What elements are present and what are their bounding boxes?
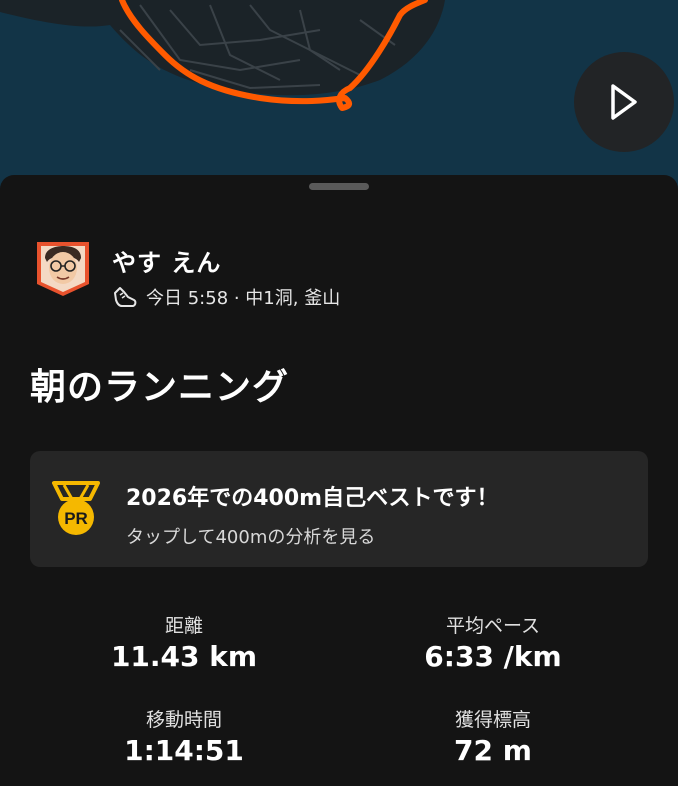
activity-meta: 今日 5:58 · 中1洞, 釜山 (112, 284, 340, 310)
stat-elevation-value: 72 m (454, 734, 532, 767)
activity-meta-text: 今日 5:58 · 中1洞, 釜山 (146, 288, 341, 309)
stat-distance-value: 11.43 km (110, 640, 258, 673)
stat-moving-time-label: 移動時間 (145, 709, 222, 731)
stat-distance-label: 距離 (164, 615, 203, 637)
pr-card[interactable]: PR 2026年での400m自己ベストです！ タップして400mの分析を見る (30, 451, 648, 567)
stat-pace-value: 6:33 /km (424, 640, 562, 673)
stat-pace: 平均ペース 6:33 /km (343, 611, 643, 673)
activity-sheet: やす えん 今日 5:58 · 中1洞, 釜山 朝のランニング PR 2026年… (0, 175, 678, 786)
pr-medal-icon: PR (52, 481, 100, 535)
athlete-name[interactable]: やす えん (112, 243, 221, 278)
stat-elevation: 獲得標高 72 m (343, 705, 643, 767)
drag-handle[interactable] (309, 183, 369, 190)
play-icon (611, 84, 637, 120)
stat-elevation-label: 獲得標高 (454, 709, 531, 731)
stat-moving-time-value: 1:14:51 (124, 734, 244, 767)
stat-moving-time: 移動時間 1:14:51 (34, 705, 334, 767)
athlete-avatar[interactable] (35, 240, 91, 298)
pr-title: 2026年での400m自己ベストです！ (126, 486, 499, 511)
stat-pace-label: 平均ペース (445, 615, 541, 637)
running-shoe-icon (114, 287, 137, 307)
pr-badge-text: PR (64, 509, 88, 528)
activity-title: 朝のランニング (30, 367, 290, 408)
play-button[interactable] (574, 52, 674, 152)
stat-distance: 距離 11.43 km (34, 611, 334, 673)
pr-subtitle: タップして400mの分析を見る (126, 527, 376, 548)
